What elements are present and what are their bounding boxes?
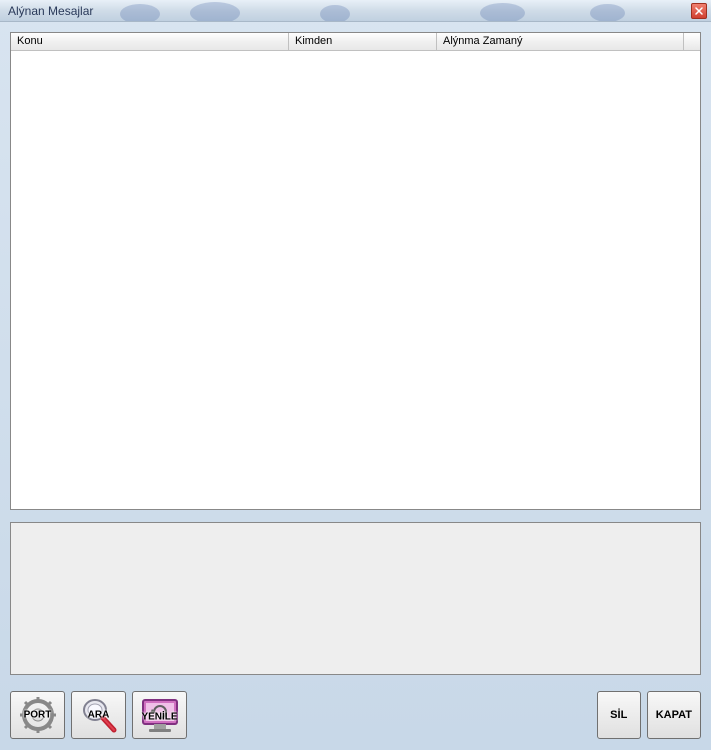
table-header: Konu Kimden Alýnma Zamaný — [11, 33, 700, 51]
port-button[interactable]: PORT — [10, 691, 65, 739]
column-header-from[interactable]: Kimden — [289, 33, 437, 50]
titlebar: Alýnan Mesajlar — [0, 0, 711, 22]
table-body[interactable] — [11, 51, 700, 509]
magnifier-icon — [79, 695, 119, 735]
gear-icon — [18, 695, 58, 735]
column-header-time[interactable]: Alýnma Zamaný — [437, 33, 684, 50]
refresh-button[interactable]: YENİLE — [132, 691, 187, 739]
message-table: Konu Kimden Alýnma Zamaný — [10, 32, 701, 510]
close-button[interactable]: KAPAT — [647, 691, 701, 739]
window-title: Alýnan Mesajlar — [8, 4, 93, 18]
content-area: Konu Kimden Alýnma Zamaný — [0, 22, 711, 685]
close-icon — [695, 7, 703, 15]
window-close-button[interactable] — [691, 3, 707, 19]
monitor-refresh-icon — [139, 696, 181, 734]
column-header-subject[interactable]: Konu — [11, 33, 289, 50]
button-bar: PORT ARA YENİLE SİL KAPAT — [10, 690, 701, 740]
column-header-scroll-spacer — [684, 33, 700, 50]
delete-button[interactable]: SİL — [597, 691, 641, 739]
message-preview-panel — [10, 522, 701, 675]
search-button[interactable]: ARA — [71, 691, 126, 739]
